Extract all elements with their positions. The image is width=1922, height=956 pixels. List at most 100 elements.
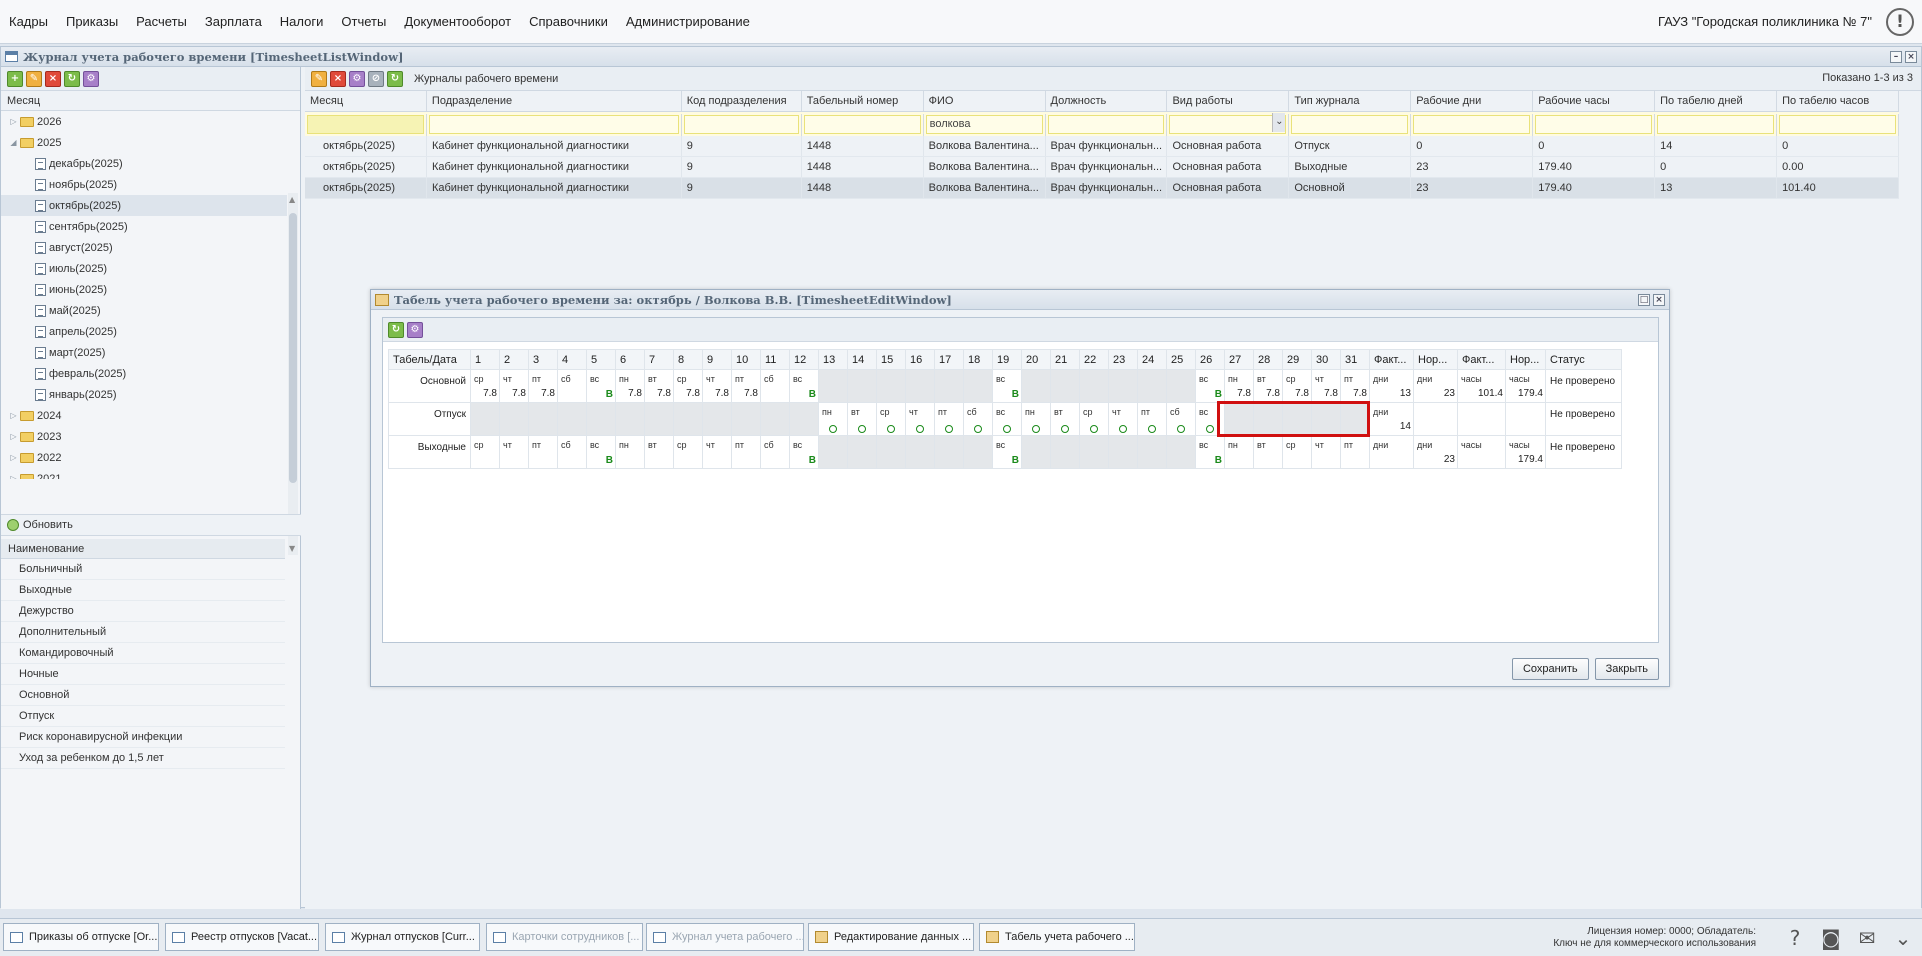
day-cell[interactable] <box>1253 402 1283 436</box>
tree-scrollbar[interactable]: ▲ ▼ <box>288 193 298 555</box>
day-cell[interactable] <box>1079 369 1109 403</box>
tree-item[interactable]: декабрь(2025) <box>1 153 287 174</box>
day-cell[interactable] <box>673 402 703 436</box>
day-cell[interactable] <box>1224 402 1254 436</box>
menu-item[interactable]: Расчеты <box>127 14 196 29</box>
day-cell[interactable] <box>818 369 848 403</box>
expand-icon[interactable]: ▷ <box>9 117 18 126</box>
column-header[interactable]: Рабочие часы <box>1533 91 1656 111</box>
menu-item[interactable]: Зарплата <box>196 14 271 29</box>
day-cell[interactable]: вт 7.8 <box>1253 369 1283 403</box>
day-cell[interactable] <box>499 402 529 436</box>
tree-scroll-thumb[interactable] <box>289 213 297 483</box>
day-cell[interactable]: ср <box>1079 402 1109 436</box>
day-cell[interactable] <box>1282 402 1312 436</box>
column-header[interactable]: По табелю часов <box>1777 91 1899 111</box>
day-cell[interactable]: вс В <box>1195 369 1225 403</box>
day-cell[interactable]: пт 7.8 <box>1340 369 1370 403</box>
column-header[interactable]: Месяц <box>305 91 427 111</box>
day-cell[interactable]: пн <box>615 435 645 469</box>
day-cell[interactable]: чт <box>1108 402 1138 436</box>
day-cell[interactable]: вт <box>644 435 674 469</box>
column-header[interactable]: Рабочие дни <box>1411 91 1534 111</box>
scroll-up-icon[interactable]: ▲ <box>289 195 295 204</box>
table-row[interactable]: октябрь(2025) Кабинет функциональной диаг… <box>305 178 1899 199</box>
day-cell[interactable] <box>934 369 964 403</box>
menu-item[interactable]: Отчеты <box>332 14 395 29</box>
day-cell[interactable] <box>1311 402 1341 436</box>
day-cell[interactable]: пт 7.8 <box>731 369 761 403</box>
day-cell[interactable] <box>876 369 906 403</box>
tree-item[interactable]: ▷ 2022 <box>1 447 287 468</box>
day-cell[interactable]: пт <box>934 402 964 436</box>
day-cell[interactable]: чт <box>1311 435 1341 469</box>
day-cell[interactable]: ср <box>876 402 906 436</box>
day-cell[interactable]: пн 7.8 <box>1224 369 1254 403</box>
day-cell[interactable]: вт 7.8 <box>644 369 674 403</box>
refresh-icon[interactable]: ↻ <box>64 70 80 87</box>
table-row[interactable]: октябрь(2025) Кабинет функциональной диаг… <box>305 157 1899 178</box>
taskbar-item[interactable]: Приказы об отпуске [Or... <box>3 923 159 951</box>
filter-input[interactable]: волкова <box>925 115 1043 134</box>
close-button[interactable]: Закрыть <box>1594 658 1659 680</box>
taskbar-item[interactable]: Редактирование данных ... <box>808 923 974 951</box>
expand-icon[interactable]: ▷ <box>9 432 18 441</box>
column-header[interactable]: Вид работы <box>1167 91 1290 111</box>
refresh-button[interactable]: Обновить <box>1 514 301 536</box>
scroll-down-icon[interactable]: ▼ <box>289 544 295 553</box>
filter-input[interactable] <box>1657 115 1775 134</box>
day-cell[interactable]: пт <box>1137 402 1167 436</box>
day-cell[interactable]: вс В <box>586 435 616 469</box>
journal-type-item[interactable]: Ночные <box>1 664 285 685</box>
column-header[interactable]: Тип журнала <box>1289 91 1412 111</box>
filter-input[interactable] <box>803 115 921 134</box>
day-cell[interactable]: ср <box>673 435 703 469</box>
save-button[interactable]: Сохранить <box>1511 658 1589 680</box>
day-cell[interactable]: вс В <box>789 435 819 469</box>
filter-input[interactable] <box>1779 115 1896 134</box>
day-cell[interactable]: вс <box>992 402 1022 436</box>
journal-type-item[interactable]: Дополнительный <box>1 622 285 643</box>
journal-type-item[interactable]: Отпуск <box>1 706 285 727</box>
mail-icon[interactable]: ✉ <box>1854 926 1880 950</box>
tree-item[interactable]: апрель(2025) <box>1 321 287 342</box>
day-cell[interactable] <box>528 402 558 436</box>
day-cell[interactable] <box>615 402 645 436</box>
filter-input[interactable] <box>1047 115 1165 134</box>
day-cell[interactable] <box>847 435 877 469</box>
day-cell[interactable]: чт 7.8 <box>702 369 732 403</box>
filter-input[interactable] <box>683 115 799 134</box>
refresh-icon[interactable]: ↻ <box>388 321 404 338</box>
column-header[interactable]: Табельный номер <box>802 91 924 111</box>
tree-item[interactable]: ▷ 2026 <box>1 111 287 132</box>
menu-item[interactable]: Администрирование <box>617 14 759 29</box>
day-cell[interactable]: сб <box>1166 402 1196 436</box>
day-cell[interactable] <box>1166 369 1196 403</box>
day-cell[interactable] <box>963 435 993 469</box>
journal-type-item[interactable]: Выходные <box>1 580 285 601</box>
close-icon[interactable]: × <box>1653 294 1665 306</box>
day-cell[interactable]: ср 7.8 <box>673 369 703 403</box>
day-cell[interactable] <box>470 402 500 436</box>
day-cell[interactable] <box>1166 435 1196 469</box>
journal-type-item[interactable]: Риск коронавирусной инфекции <box>1 727 285 748</box>
tree-item[interactable]: май(2025) <box>1 300 287 321</box>
day-cell[interactable]: пн <box>1021 402 1051 436</box>
day-cell[interactable]: пт <box>528 435 558 469</box>
tree-item[interactable]: сентябрь(2025) <box>1 216 287 237</box>
taskbar-item[interactable]: Табель учета рабочего ... <box>979 923 1135 951</box>
journal-type-item[interactable]: Уход за ребенком до 1,5 лет <box>1 748 285 769</box>
day-cell[interactable] <box>702 402 732 436</box>
close-icon[interactable]: × <box>1905 51 1917 63</box>
day-cell[interactable]: вс В <box>1195 435 1225 469</box>
day-cell[interactable] <box>876 435 906 469</box>
day-cell[interactable]: сб <box>760 369 790 403</box>
expand-icon[interactable]: ▷ <box>9 411 18 420</box>
tree-item[interactable]: июнь(2025) <box>1 279 287 300</box>
settings-dropdown-icon[interactable]: ⚙ <box>83 70 99 87</box>
edit-icon[interactable]: ✎ <box>311 70 327 87</box>
tree-item[interactable]: февраль(2025) <box>1 363 287 384</box>
day-cell[interactable]: вт <box>847 402 877 436</box>
day-cell[interactable] <box>1340 402 1370 436</box>
edit-icon[interactable]: ✎ <box>26 70 42 87</box>
